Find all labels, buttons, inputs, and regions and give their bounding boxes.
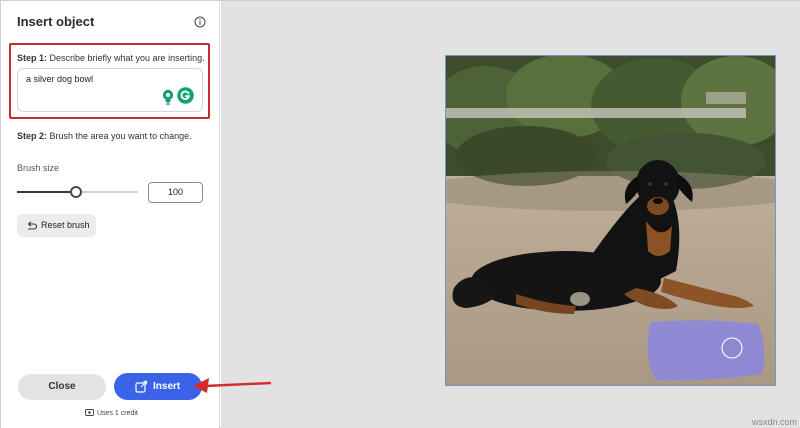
lightbulb-icon[interactable]	[161, 89, 175, 106]
prompt-input-value[interactable]: a silver dog bowl	[26, 74, 93, 84]
prompt-input[interactable]: a silver dog bowl	[17, 68, 203, 112]
step1-label: Step 1: Describe briefly what you are in…	[17, 53, 205, 63]
close-button[interactable]: Close	[18, 374, 106, 400]
reset-icon	[27, 221, 37, 230]
reset-brush-label: Reset brush	[41, 220, 90, 230]
app-window: Insert object Step 1: Describe briefly w…	[0, 0, 800, 428]
watermark-text: wsxdn.com	[751, 417, 797, 427]
grammarly-icon[interactable]	[177, 87, 194, 104]
reset-brush-button[interactable]: Reset brush	[17, 214, 96, 237]
slider-fill	[17, 191, 76, 193]
credit-icon	[85, 409, 94, 416]
panel-title: Insert object	[17, 14, 95, 29]
insert-label: Insert	[153, 381, 181, 392]
insert-button[interactable]: Insert	[114, 373, 202, 400]
insert-object-panel: Insert object Step 1: Describe briefly w…	[1, 1, 220, 428]
info-icon[interactable]	[194, 16, 206, 28]
canvas-area[interactable]: wsxdn.com	[221, 1, 800, 428]
brush-size-input[interactable]: 100	[148, 182, 203, 203]
insert-icon	[135, 380, 148, 393]
brush-size-label: Brush size	[17, 163, 60, 173]
slider-track[interactable]	[76, 191, 138, 193]
annotation-arrow	[193, 378, 272, 393]
brush-size-slider[interactable]	[17, 183, 138, 201]
photo-canvas[interactable]	[445, 55, 776, 386]
credit-note: Uses 1 credit	[85, 409, 138, 417]
dog-photo[interactable]	[446, 56, 776, 386]
step2-label: Step 2: Brush the area you want to chang…	[17, 131, 192, 141]
slider-thumb[interactable]	[70, 186, 82, 198]
